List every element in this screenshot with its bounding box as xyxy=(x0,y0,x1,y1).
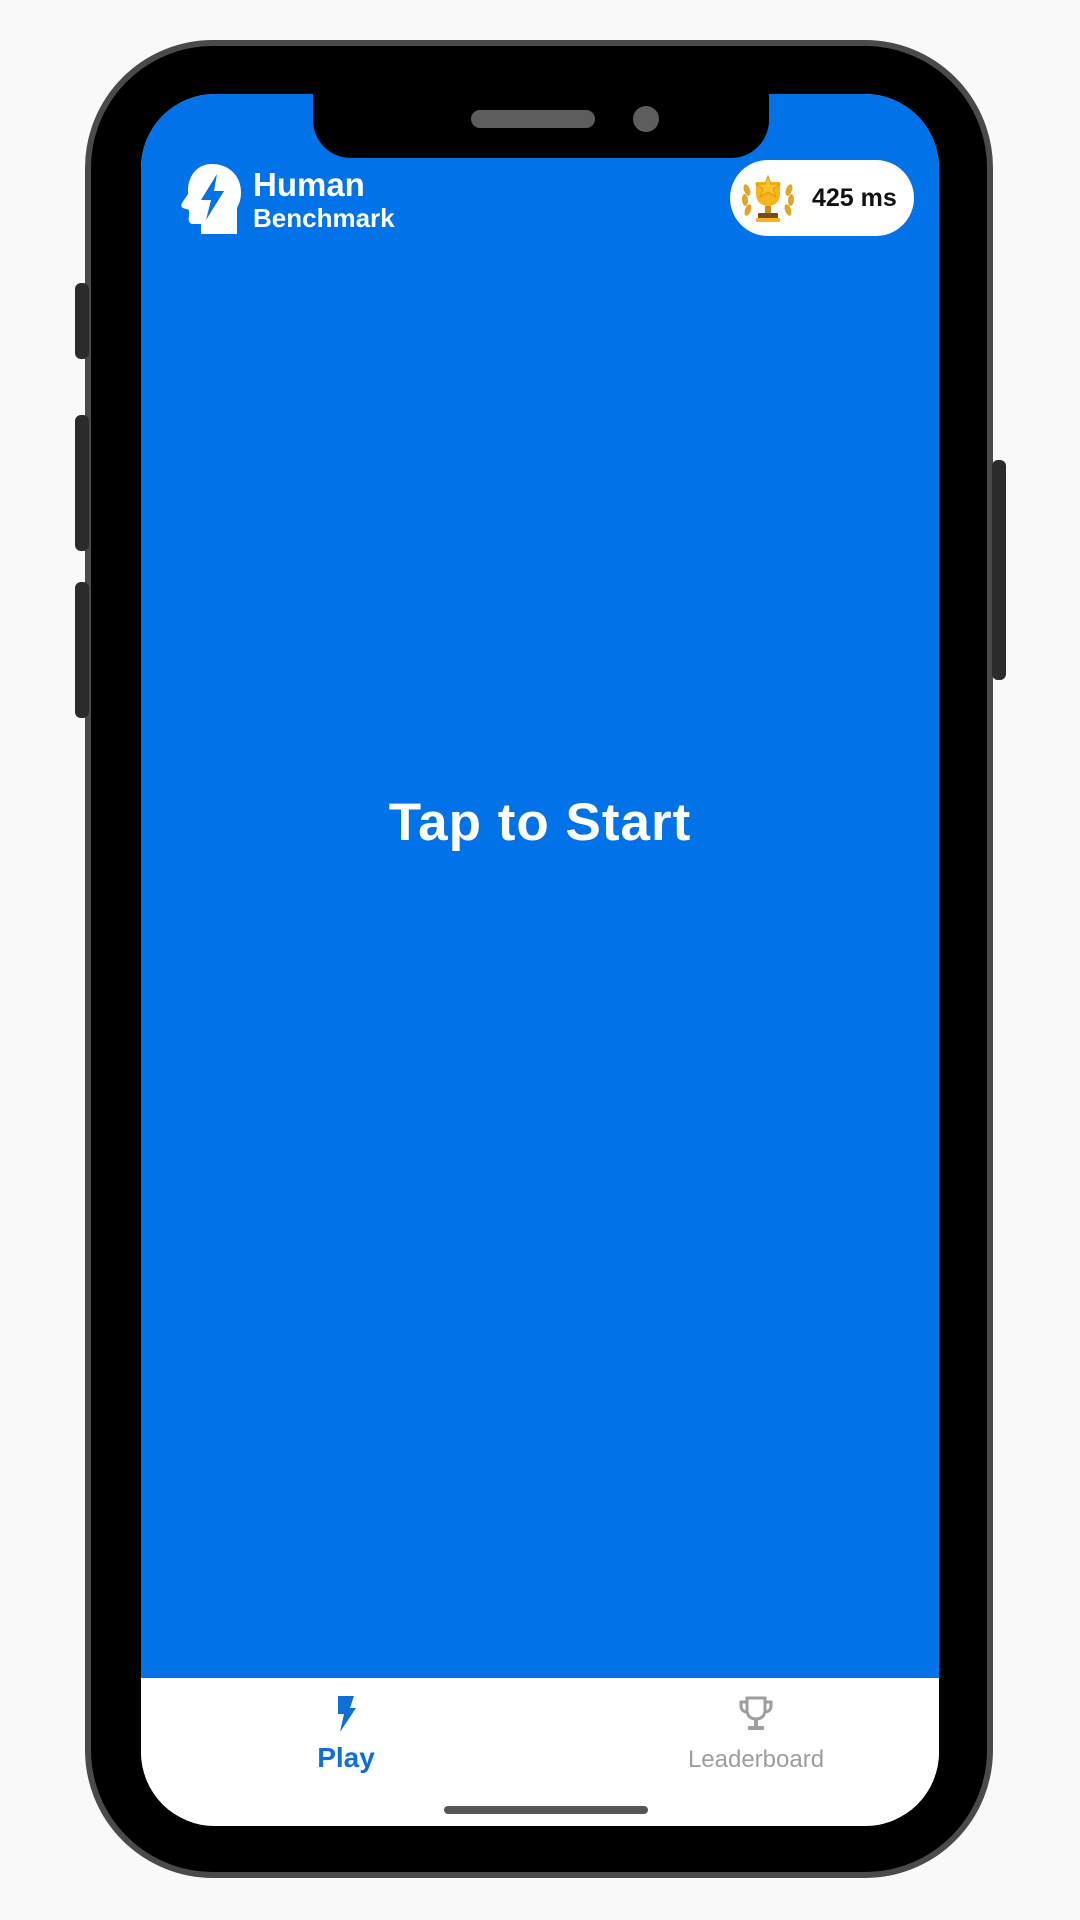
tab-leaderboard[interactable]: Leaderboard xyxy=(651,1678,861,1788)
lightning-icon xyxy=(338,1696,356,1732)
home-indicator[interactable] xyxy=(444,1806,648,1814)
notch xyxy=(313,94,769,158)
head-lightning-icon xyxy=(181,164,241,234)
volume-down-button xyxy=(75,582,89,718)
volume-up-button xyxy=(75,415,89,551)
trophy-laurel-icon xyxy=(741,174,795,222)
best-score-value: 425 ms xyxy=(812,183,897,212)
logo-title: Human xyxy=(253,165,365,203)
power-button xyxy=(992,460,1006,680)
tap-to-start-label: Tap to Start xyxy=(388,793,692,852)
trophy-icon xyxy=(739,1696,773,1730)
front-camera xyxy=(633,106,659,132)
tab-play-label: Play xyxy=(317,1742,375,1773)
app-logo: Human Benchmark xyxy=(179,162,395,236)
best-score-badge: 425 ms xyxy=(730,160,914,236)
bottom-tab-bar: Play Leaderboard xyxy=(141,1678,939,1826)
logo-subtitle: Benchmark xyxy=(253,202,395,233)
reaction-test-area[interactable]: Human Benchmark 425 ms Tap to Start xyxy=(141,94,939,1678)
mute-switch xyxy=(75,283,89,359)
tab-play[interactable]: Play xyxy=(281,1678,411,1788)
speaker-grille xyxy=(471,110,595,128)
screen: Human Benchmark 425 ms Tap to Start Play… xyxy=(141,94,939,1826)
tab-leaderboard-label: Leaderboard xyxy=(687,1746,825,1773)
